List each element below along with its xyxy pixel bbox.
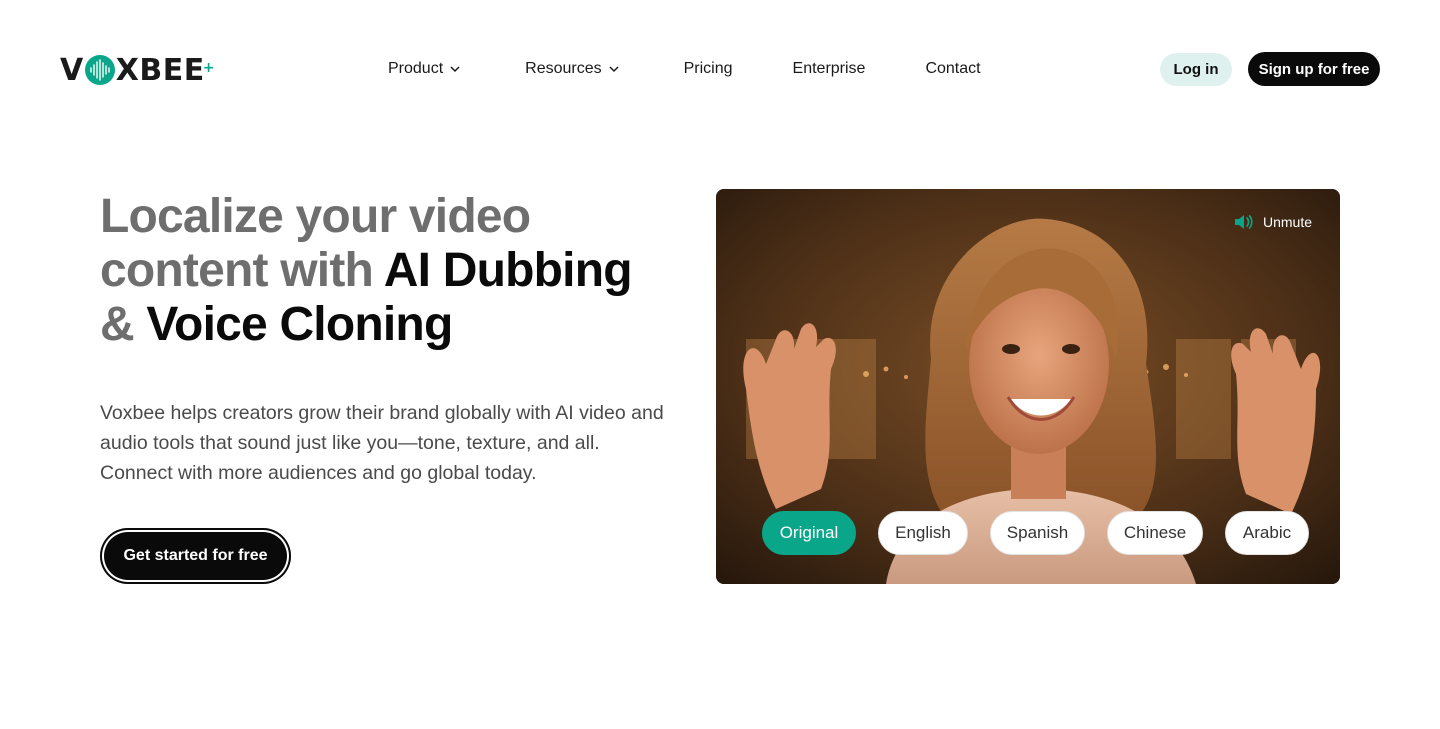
get-started-button[interactable]: Get started for free bbox=[100, 528, 291, 584]
nav-product[interactable]: Product bbox=[388, 60, 461, 78]
login-button[interactable]: Log in bbox=[1160, 53, 1232, 86]
nav-pricing[interactable]: Pricing bbox=[684, 60, 733, 78]
hero-description: Voxbee helps creators grow their brand g… bbox=[100, 402, 664, 484]
signup-button[interactable]: Sign up for free bbox=[1248, 52, 1380, 86]
logo-plus-icon: + bbox=[202, 60, 215, 76]
language-original-button[interactable]: Original bbox=[762, 511, 856, 555]
language-chinese-button[interactable]: Chinese bbox=[1107, 511, 1203, 555]
chevron-down-icon bbox=[609, 66, 619, 73]
speaker-icon bbox=[1234, 215, 1253, 229]
chevron-down-icon bbox=[450, 66, 460, 73]
language-english-button[interactable]: English bbox=[878, 511, 968, 555]
language-selector: Original English Spanish Chinese Arabic bbox=[762, 511, 1309, 555]
nav-contact[interactable]: Contact bbox=[925, 60, 980, 78]
unmute-button[interactable]: Unmute bbox=[1233, 213, 1312, 231]
demo-video[interactable]: Unmute Original English Spanish Chinese … bbox=[716, 189, 1340, 584]
main-nav: Product Resources Pricing Enterprise Con… bbox=[388, 58, 981, 80]
logo-wordmark: V XBEE + bbox=[60, 52, 215, 88]
nav-enterprise[interactable]: Enterprise bbox=[793, 60, 866, 78]
language-spanish-button[interactable]: Spanish bbox=[990, 511, 1085, 555]
site-header: V XBEE + Product Resources Pricing Enter… bbox=[0, 0, 1440, 140]
hero-title: Localize your video content with AI Dubb… bbox=[100, 190, 633, 351]
language-arabic-button[interactable]: Arabic bbox=[1225, 511, 1309, 555]
voxbee-logo[interactable]: V XBEE + bbox=[60, 52, 215, 88]
nav-resources[interactable]: Resources bbox=[525, 60, 619, 78]
soundwave-icon bbox=[84, 55, 115, 85]
